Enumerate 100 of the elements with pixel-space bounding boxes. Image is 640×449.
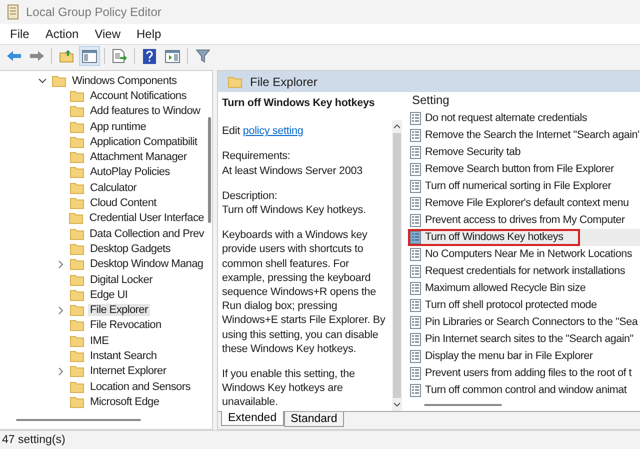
tree-item[interactable]: Desktop Window Manag — [88, 258, 206, 270]
folder-icon — [70, 334, 84, 347]
folder-icon — [69, 212, 84, 224]
tree-item[interactable]: File Explorer — [88, 304, 150, 316]
policy-title: Turn off Windows Key hotkeys — [222, 96, 376, 110]
tree-item[interactable]: Edge UI — [88, 288, 130, 301]
setting-row[interactable]: Remove Search button from File Explorer — [408, 160, 640, 178]
policy-setting-icon — [410, 162, 421, 176]
tree-item[interactable]: Add features to Window — [88, 105, 202, 118]
setting-row[interactable]: Remove Security tab — [408, 144, 640, 161]
setting-row[interactable]: Pin Internet search sites to the "Search again" — [408, 330, 640, 348]
folder-icon — [70, 274, 84, 286]
folder-icon — [70, 242, 84, 255]
chevron-icon[interactable] — [56, 366, 64, 376]
menu-item[interactable]: File — [2, 27, 38, 41]
view-tab[interactable]: Extended — [221, 411, 284, 426]
tree-item[interactable]: Calculator — [88, 182, 139, 194]
chevron-icon[interactable] — [36, 76, 48, 86]
tree-item[interactable]: App runtime — [88, 120, 148, 133]
scroll-down-icon[interactable] — [393, 402, 401, 408]
tree-item[interactable]: IME — [88, 334, 111, 347]
toolbar-button[interactable] — [79, 46, 100, 66]
menu-item[interactable]: View — [86, 27, 128, 41]
folder-icon — [70, 365, 84, 378]
policy-setting-icon — [410, 298, 421, 312]
tree-item[interactable]: Cloud Content — [88, 197, 158, 210]
console-view-icon — [165, 50, 180, 62]
scroll-up-icon[interactable] — [393, 123, 401, 129]
folder-icon — [70, 182, 84, 194]
scrollbar[interactable] — [392, 120, 402, 411]
help-icon — [143, 48, 156, 64]
policy-setting-icon — [410, 248, 421, 261]
folder-icon — [228, 76, 242, 88]
policy-setting-icon — [410, 146, 421, 159]
tree-item[interactable]: Instant Search — [88, 350, 159, 362]
setting-row[interactable]: Pin Libraries or Search Connectors to the "Sea — [408, 314, 640, 331]
policy-setting-icon — [410, 214, 421, 227]
setting-row[interactable]: Remove the Search the Internet "Search again" — [408, 126, 640, 144]
folder-icon — [70, 136, 84, 148]
policy-setting-link[interactable]: policy setting — [242, 125, 304, 138]
chevron-icon[interactable] — [56, 260, 64, 269]
app-icon — [6, 4, 20, 20]
folder-icon — [52, 74, 66, 87]
folder-icon — [70, 166, 84, 178]
policy-setting-icon — [410, 180, 421, 193]
setting-row[interactable]: Prevent users from adding files to the root of t — [408, 364, 640, 382]
tree-item[interactable]: Location and Sensors — [88, 380, 192, 393]
scrollbar-thumb[interactable] — [208, 117, 211, 223]
scrollbar-thumb[interactable] — [424, 404, 502, 406]
tree-item[interactable]: AutoPlay Policies — [88, 166, 172, 178]
column-header[interactable]: Setting — [408, 92, 640, 107]
status-text: 47 setting(s) — [2, 434, 66, 446]
policy-setting-icon — [410, 230, 421, 244]
policy-setting-icon — [410, 350, 421, 363]
menu-item[interactable]: Help — [128, 27, 170, 41]
folder-icon — [70, 228, 84, 240]
setting-row[interactable]: Request credentials for network installations — [408, 262, 640, 280]
view-tab[interactable]: Standard — [284, 412, 344, 427]
folder-icon — [70, 350, 84, 362]
policy-setting-icon — [410, 316, 421, 329]
menu-item[interactable]: Action — [37, 27, 87, 41]
policy-setting-icon — [410, 384, 421, 397]
setting-row[interactable]: Turn off shell protocol protected mode — [408, 296, 640, 314]
setting-row[interactable]: No Computers Near Me in Network Locations — [408, 246, 640, 263]
scrollbar-thumb[interactable] — [16, 419, 141, 421]
chevron-icon[interactable] — [56, 306, 64, 315]
edit-label: Edit — [222, 125, 240, 138]
setting-row[interactable]: Do not request alternate credentials — [408, 110, 640, 127]
setting-row[interactable]: Turn off Windows Key hotkeys — [408, 228, 640, 246]
export-list-icon — [112, 49, 127, 63]
tree-item[interactable]: Attachment Manager — [88, 151, 189, 164]
forward-arrow-icon — [28, 50, 44, 62]
tree-item[interactable]: Data Collection and Prev — [88, 228, 206, 240]
folder-up-icon — [58, 49, 74, 63]
policy-setting-icon — [410, 128, 421, 142]
tree-item[interactable]: Digital Locker — [88, 274, 154, 286]
folder-icon — [70, 380, 84, 393]
policy-setting-icon — [410, 282, 421, 295]
folder-icon — [70, 288, 84, 301]
setting-row[interactable]: Turn off numerical sorting in File Explorer — [408, 178, 640, 195]
tree-item[interactable]: Account Notifications — [88, 90, 188, 102]
setting-row[interactable]: Maximum allowed Recycle Bin size — [408, 280, 640, 297]
tree-item[interactable]: Desktop Gadgets — [88, 242, 172, 255]
tree-item[interactable]: Credential User Interface — [87, 212, 206, 224]
tree-item[interactable]: Microsoft Edge — [88, 396, 162, 408]
description-text: Turn off Windows Key hotkeys. — [222, 203, 367, 218]
setting-row[interactable]: Prevent access to drives from My Computer — [408, 212, 640, 229]
policy-setting-icon — [410, 366, 421, 380]
tree-item[interactable]: Internet Explorer — [88, 365, 168, 378]
policy-setting-icon — [410, 264, 421, 278]
setting-row[interactable]: Turn off common control and window animat — [408, 382, 640, 399]
setting-row[interactable]: Display the menu bar in File Explorer — [408, 348, 640, 365]
folder-icon — [70, 396, 84, 408]
tree-item[interactable]: Application Compatibilit — [88, 136, 200, 148]
tree-item[interactable]: File Revocation — [88, 319, 164, 332]
tree-item[interactable]: Windows Components — [70, 74, 179, 87]
policy-setting-icon — [410, 332, 421, 346]
policy-setting-icon — [410, 196, 421, 210]
setting-row[interactable]: Remove File Explorer's default context menu — [408, 194, 640, 212]
description-text: Keyboards with a Windows key provide users with shortcuts to common shell features. For example, pressing the keyboard sequence Windows+R opens the Run dialog box; pressing Windows+E starts File Explorer. By using this setting, you can disable these Windows Key hotkeys. — [222, 228, 386, 356]
